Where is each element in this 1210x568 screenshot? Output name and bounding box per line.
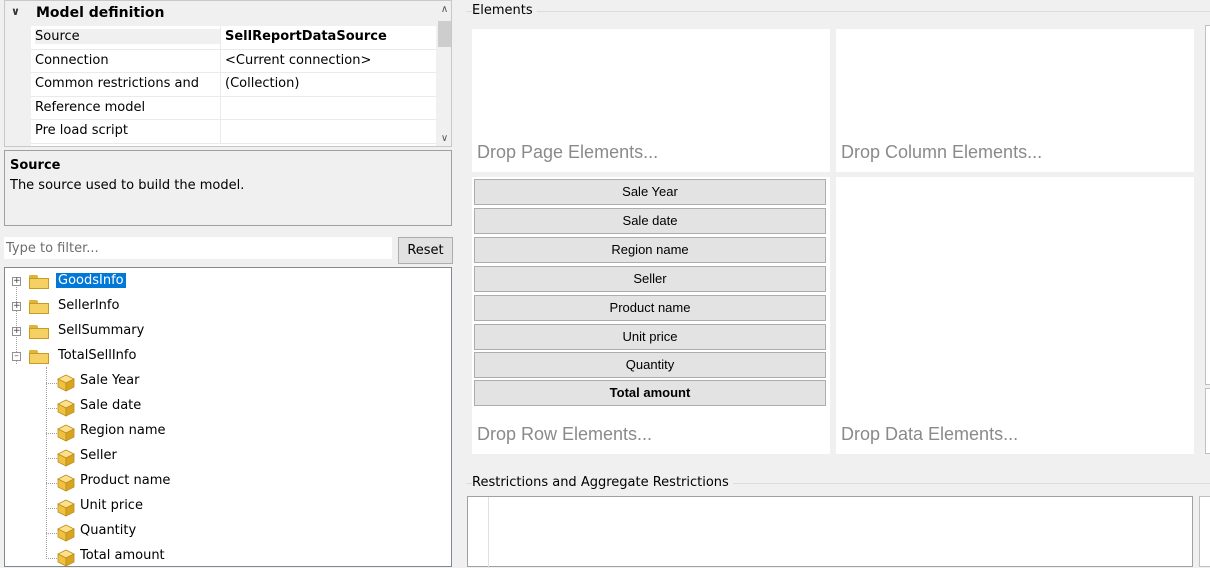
row-element-product-name[interactable]: Product name	[474, 295, 826, 321]
cube-icon	[57, 524, 75, 542]
filter-input[interactable]	[4, 237, 392, 259]
editor-gutter-line	[488, 497, 489, 568]
property-row-reference-model[interactable]: Reference model	[31, 96, 436, 120]
property-grid: ∨ Model definition Source SellReportData…	[4, 0, 452, 147]
tree-item-sale-date[interactable]: Sale date	[5, 395, 305, 419]
tree-item-label[interactable]: Region name	[78, 423, 168, 438]
folder-icon	[29, 325, 49, 339]
cube-icon	[57, 399, 75, 417]
description-text: The source used to build the model.	[10, 178, 245, 193]
cube-icon	[57, 374, 75, 392]
property-row-connection[interactable]: Connection <Current connection>	[31, 49, 436, 73]
property-value[interactable]: (Collection)	[225, 76, 299, 91]
property-name: Connection	[35, 52, 109, 68]
column-separator	[220, 73, 221, 96]
row-element-sale-date[interactable]: Sale date	[474, 208, 826, 234]
row-element-region-name[interactable]: Region name	[474, 237, 826, 263]
property-row-source[interactable]: Source SellReportDataSource	[31, 26, 436, 50]
cube-icon	[57, 424, 75, 442]
tree-item-label[interactable]: Sale date	[78, 398, 143, 413]
cube-icon	[57, 499, 75, 517]
property-grid-gutter	[5, 26, 31, 146]
property-value[interactable]: <Current connection>	[225, 53, 371, 68]
tree-item-label[interactable]: Product name	[78, 473, 172, 488]
tree-folder-label[interactable]: SellerInfo	[56, 298, 121, 313]
drop-row-hint: Drop Row Elements...	[477, 424, 653, 444]
tree-item-label[interactable]: Sale Year	[78, 373, 141, 388]
category-label: Model definition	[36, 5, 165, 21]
column-separator	[220, 49, 221, 72]
scroll-up-icon[interactable]: ∧	[439, 4, 450, 16]
right-side-panel	[1205, 388, 1210, 454]
category-model-definition[interactable]: ∨ Model definition	[5, 1, 436, 26]
restrictions-side-panel	[1199, 496, 1210, 567]
folder-open-icon	[29, 350, 49, 364]
property-row-common-restrictions[interactable]: Common restrictions and (Collection)	[31, 73, 436, 97]
scroll-thumb[interactable]	[438, 21, 451, 47]
expand-plus-icon[interactable]: +	[12, 327, 21, 336]
property-grid-scrollbar[interactable]: ∧ ∨	[436, 1, 451, 146]
tree-item-label[interactable]: Total amount	[78, 548, 167, 563]
row-element-total-amount[interactable]: Total amount	[474, 380, 826, 406]
tree-folder-label[interactable]: SellSummary	[56, 323, 146, 338]
property-name: Reference model	[35, 99, 146, 115]
elements-group-title: Elements	[472, 3, 537, 18]
tree-folder-sellerinfo[interactable]: + SellerInfo	[5, 295, 305, 319]
row-element-sale-year[interactable]: Sale Year	[474, 179, 826, 205]
tree-folder-goodsinfo[interactable]: + GoodsInfo	[5, 270, 305, 294]
folder-icon	[29, 300, 49, 314]
chevron-down-icon[interactable]: ∨	[11, 5, 23, 19]
tree-item-product-name[interactable]: Product name	[5, 470, 305, 494]
column-separator	[220, 96, 221, 119]
expand-plus-icon[interactable]: +	[12, 302, 21, 311]
model-tree: + GoodsInfo + SellerInfo + SellSummary –…	[4, 267, 452, 567]
tree-item-label[interactable]: Seller	[78, 448, 119, 463]
property-name: Source	[35, 29, 220, 44]
drop-data-hint: Drop Data Elements...	[841, 424, 1019, 444]
cube-icon	[57, 449, 75, 467]
tree-item-unit-price[interactable]: Unit price	[5, 495, 305, 519]
property-value[interactable]: SellReportDataSource	[225, 29, 387, 44]
tree-item-quantity[interactable]: Quantity	[5, 520, 305, 544]
folder-icon	[29, 275, 49, 289]
property-name: Common restrictions and	[35, 76, 199, 91]
tree-item-sale-year[interactable]: Sale Year	[5, 370, 305, 394]
description-title: Source	[10, 158, 61, 173]
drop-page-hint: Drop Page Elements...	[477, 142, 659, 162]
report-designer-window: ∨ Model definition Source SellReportData…	[0, 0, 1210, 568]
cube-icon	[57, 474, 75, 492]
tree-folder-label[interactable]: GoodsInfo	[56, 273, 126, 288]
drop-column-hint: Drop Column Elements...	[841, 142, 1043, 162]
reset-button[interactable]: Reset	[398, 237, 453, 264]
tree-item-seller[interactable]: Seller	[5, 445, 305, 469]
column-separator	[220, 26, 221, 49]
property-row-pre-load-script[interactable]: Pre load script	[31, 120, 436, 144]
drop-data-zone[interactable]: Drop Data Elements...	[836, 177, 1194, 454]
tree-folder-sellsummary[interactable]: + SellSummary	[5, 320, 305, 344]
expand-plus-icon[interactable]: +	[12, 277, 21, 286]
scroll-down-icon[interactable]: ∨	[439, 133, 450, 145]
group-border	[466, 11, 1210, 12]
tree-item-label[interactable]: Quantity	[78, 523, 138, 538]
tree-item-total-amount[interactable]: Total amount	[5, 545, 305, 566]
property-description-panel: Source The source used to build the mode…	[4, 150, 452, 226]
row-element-unit-price[interactable]: Unit price	[474, 324, 826, 350]
restrictions-editor[interactable]	[467, 496, 1193, 568]
restrictions-group-title: Restrictions and Aggregate Restrictions	[472, 475, 733, 490]
vertical-splitter[interactable]	[458, 0, 463, 567]
drop-column-zone[interactable]: Drop Column Elements...	[836, 29, 1194, 172]
tree-item-region-name[interactable]: Region name	[5, 420, 305, 444]
cube-icon	[57, 549, 75, 566]
column-separator	[220, 120, 221, 143]
row-element-seller[interactable]: Seller	[474, 266, 826, 292]
right-side-panel	[1205, 25, 1210, 385]
drop-page-zone[interactable]: Drop Page Elements...	[472, 29, 830, 172]
collapse-minus-icon[interactable]: –	[12, 352, 21, 361]
row-element-quantity[interactable]: Quantity	[474, 352, 826, 378]
tree-folder-totalsellinfo[interactable]: – TotalSellInfo	[5, 345, 305, 369]
tree-folder-label[interactable]: TotalSellInfo	[56, 348, 138, 363]
tree-item-label[interactable]: Unit price	[78, 498, 145, 513]
property-name: Pre load script	[35, 123, 128, 138]
